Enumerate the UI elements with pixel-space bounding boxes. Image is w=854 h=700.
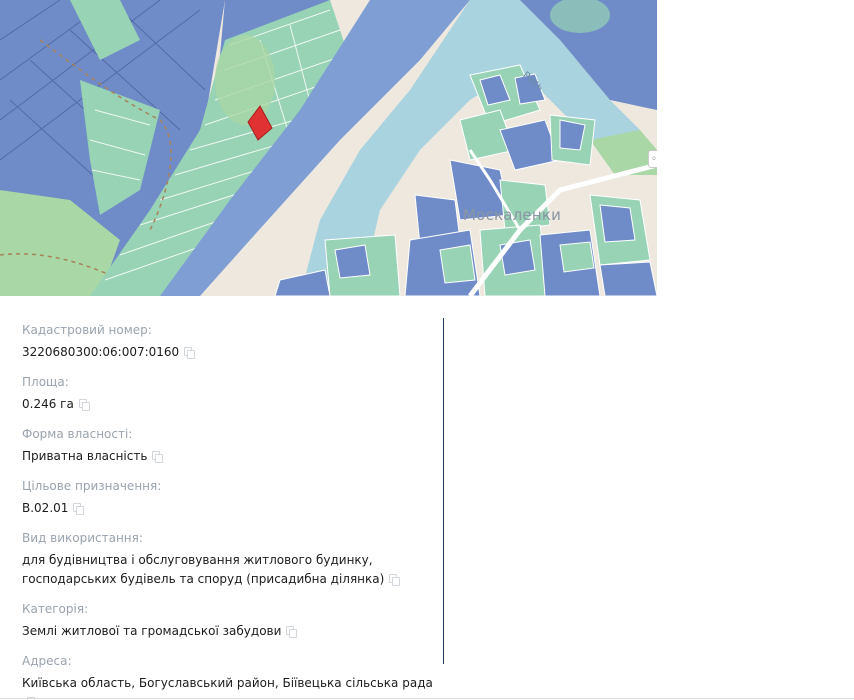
field-label: Цільове призначення: <box>22 479 162 493</box>
field-value-row: для будівництва і обслуговування житлово… <box>22 551 437 589</box>
field-label: Адреса: <box>22 654 72 668</box>
field-value-row: Землі житлової та громадської забудови <box>22 622 437 641</box>
vertical-divider <box>443 318 444 664</box>
cadastral-number-value: 3220680300:06:007:0160 <box>22 345 180 359</box>
field-label: Вид використання: <box>22 531 143 545</box>
field-ownership: Форма власності: Приватна власність <box>22 427 437 466</box>
map-control-button[interactable]: ◦ <box>648 150 657 168</box>
field-area: Площа: 0.246 га <box>22 375 437 414</box>
field-value-row: 0.246 га <box>22 395 437 414</box>
copy-icon[interactable] <box>286 626 298 638</box>
usage-value: для будівництва і обслуговування житлово… <box>22 553 385 586</box>
page: Рось Москаленки ◦ Кадастровий номер: 322… <box>0 0 854 700</box>
parcel-info-panel: Кадастровий номер: 3220680300:06:007:016… <box>22 323 437 700</box>
field-address: Адреса: Київська область, Богуславський … <box>22 654 437 700</box>
field-label: Категорія: <box>22 602 89 616</box>
field-value-row: Приватна власність <box>22 447 437 466</box>
copy-icon[interactable] <box>78 399 90 411</box>
copy-icon[interactable] <box>389 574 401 586</box>
forest-patch <box>215 35 275 125</box>
copy-icon[interactable] <box>73 503 85 515</box>
field-category: Категорія: Землі житлової та громадської… <box>22 602 437 641</box>
field-cadastral-number: Кадастровий номер: 3220680300:06:007:016… <box>22 323 437 362</box>
area-value: 0.246 га <box>22 397 74 411</box>
copy-icon[interactable] <box>184 347 196 359</box>
map-canvas[interactable] <box>0 0 657 296</box>
field-value-row: В.02.01 <box>22 499 437 518</box>
field-purpose: Цільове призначення: В.02.01 <box>22 479 437 518</box>
copy-icon[interactable] <box>152 451 164 463</box>
bottom-border <box>0 698 854 699</box>
field-label: Площа: <box>22 375 69 389</box>
field-usage: Вид використання: для будівництва і обсл… <box>22 531 437 589</box>
field-label: Форма власності: <box>22 427 133 441</box>
field-value-row: Київська область, Богуславський район, Б… <box>22 674 437 700</box>
ownership-value: Приватна власність <box>22 449 148 463</box>
field-value-row: 3220680300:06:007:0160 <box>22 343 437 362</box>
address-value: Київська область, Богуславський район, Б… <box>22 676 433 690</box>
purpose-value: В.02.01 <box>22 501 69 515</box>
category-value: Землі житлової та громадської забудови <box>22 624 282 638</box>
field-label: Кадастровий номер: <box>22 323 152 337</box>
map-label-village: Москаленки <box>463 206 562 224</box>
cadastral-map[interactable]: Рось Москаленки ◦ <box>0 0 657 296</box>
